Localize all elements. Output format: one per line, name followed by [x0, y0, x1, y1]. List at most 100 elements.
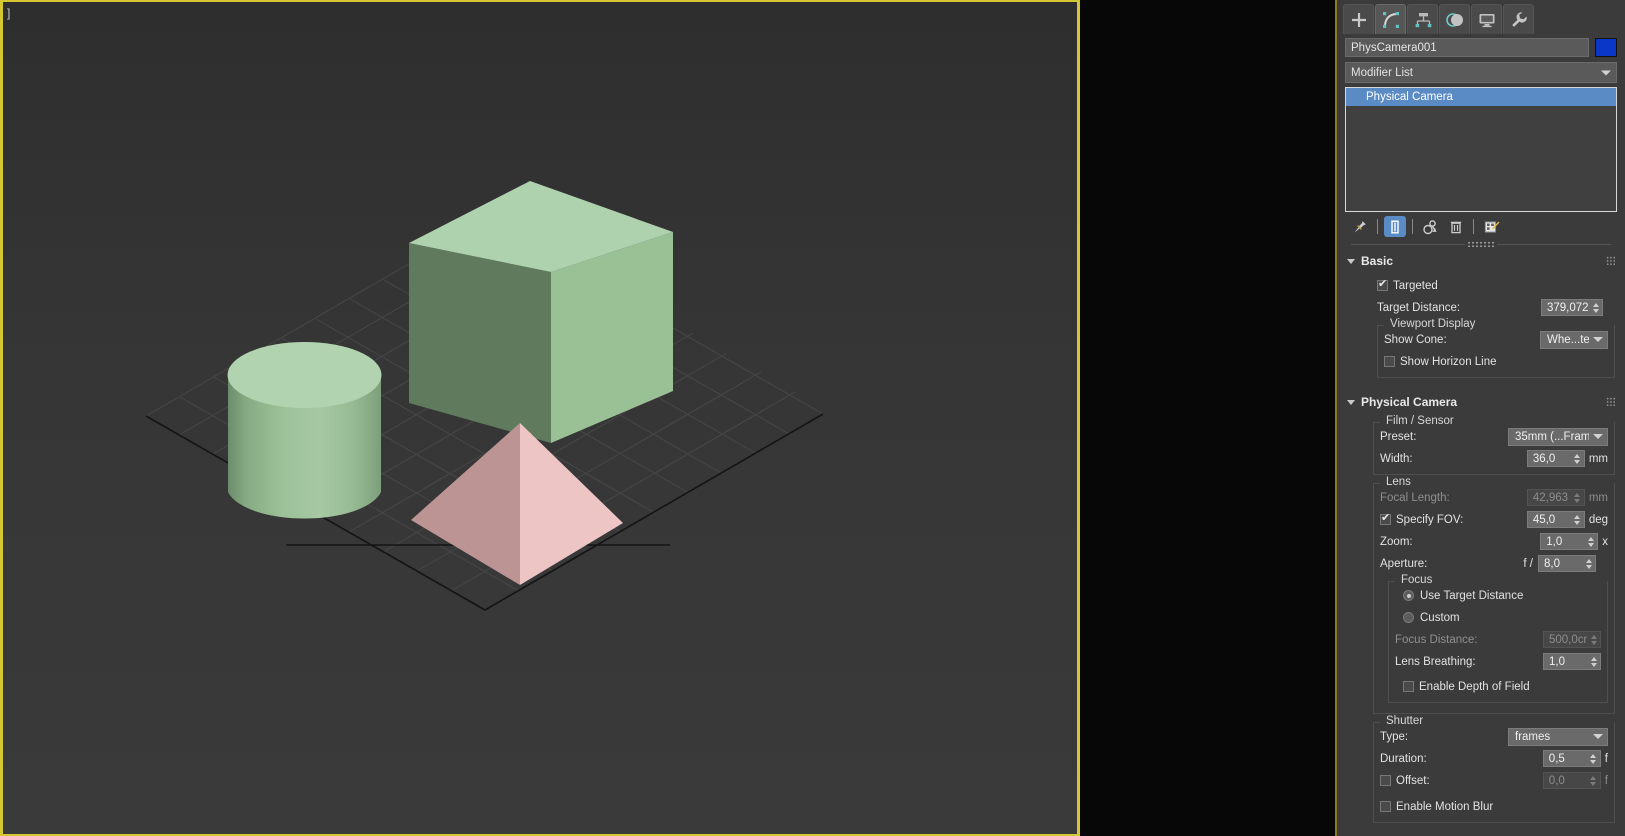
targeted-row: Targeted	[1347, 276, 1615, 295]
modifier-list-dropdown[interactable]: Modifier List	[1345, 62, 1617, 83]
offset-row: Offset: 0,0 f	[1380, 771, 1608, 790]
preset-value: 35mm (...Frame)	[1515, 430, 1589, 443]
target-distance-row: Target Distance: 379,072	[1347, 298, 1615, 317]
make-unique-icon	[1422, 219, 1437, 234]
cylinder-object	[227, 342, 382, 519]
enable-depth-of-field-checkbox[interactable]	[1403, 681, 1414, 692]
plus-icon	[1351, 12, 1366, 27]
rollout-physical-camera: Physical Camera Film / Sensor Preset: 35…	[1341, 390, 1621, 833]
spinner-icon	[1589, 633, 1598, 647]
tab-modify[interactable]	[1375, 4, 1406, 34]
app-window: ] PhysCamera001 Modifier List Physical C…	[0, 0, 1625, 836]
show-cone-row: Show Cone: Whe...ted	[1384, 330, 1608, 349]
offset-field: 0,0	[1542, 772, 1601, 789]
viewport-label[interactable]: ]	[7, 6, 10, 20]
focus-distance-label: Focus Distance:	[1395, 633, 1478, 646]
lens-breathing-field[interactable]: 1,0	[1543, 653, 1601, 670]
aperture-row: Aperture: f / 8,0	[1380, 554, 1608, 573]
spinner-icon	[1589, 774, 1598, 788]
tab-hierarchy[interactable]	[1407, 4, 1438, 34]
lens-breathing-value: 1,0	[1549, 655, 1565, 668]
box-object	[409, 181, 673, 443]
command-panel-body: Modifier List Physical Camera	[1337, 34, 1625, 836]
film-sensor-label: Film / Sensor	[1382, 415, 1458, 427]
object-color-swatch[interactable]	[1595, 38, 1617, 57]
use-target-distance-radio[interactable]	[1403, 590, 1414, 601]
perspective-viewport[interactable]: ]	[0, 0, 1080, 836]
width-label: Width:	[1380, 452, 1413, 465]
aperture-label: Aperture:	[1380, 557, 1428, 570]
rollout-basic-header[interactable]: Basic	[1341, 249, 1621, 273]
use-target-distance-label: Use Target Distance	[1420, 589, 1524, 602]
targeted-checkbox[interactable]	[1377, 278, 1388, 291]
shutter-group: Shutter Type: frames Duration: 0,5 f Off…	[1373, 715, 1615, 823]
spinner-icon[interactable]	[1591, 301, 1600, 315]
hierarchy-icon	[1415, 12, 1431, 27]
specify-fov-checkbox[interactable]	[1380, 512, 1391, 525]
configure-modifier-sets-button[interactable]	[1480, 216, 1502, 237]
show-cone-dropdown[interactable]: Whe...ted	[1540, 330, 1608, 349]
rollout-basic: Basic Targeted Target Distance: 379,072	[1341, 249, 1621, 388]
spinner-icon[interactable]	[1586, 535, 1595, 549]
trash-icon	[1450, 221, 1462, 233]
pyramid-object	[411, 423, 623, 585]
rollout-drag-handle[interactable]	[1337, 240, 1625, 249]
custom-focus-row: Custom	[1395, 608, 1601, 627]
enable-motion-blur-checkbox[interactable]	[1380, 801, 1391, 812]
enable-motion-blur-label: Enable Motion Blur	[1396, 800, 1494, 813]
pin-stack-button[interactable]	[1349, 216, 1371, 237]
offset-label: Offset:	[1396, 774, 1430, 787]
spinner-icon	[1573, 491, 1582, 505]
chevron-down-icon	[1593, 337, 1603, 342]
viewport-canvas[interactable]: ]	[3, 2, 1077, 834]
zoom-label: Zoom:	[1380, 535, 1413, 548]
lens-group: Lens Focal Length: 42,963 mm ✔ Specify F…	[1373, 476, 1615, 714]
make-unique-button[interactable]	[1419, 216, 1441, 237]
spinner-icon[interactable]	[1573, 452, 1582, 466]
zoom-row: Zoom: 1,0 x	[1380, 532, 1608, 551]
lens-label: Lens	[1382, 476, 1415, 488]
fov-field[interactable]: 45,0	[1526, 511, 1585, 528]
zoom-field[interactable]: 1,0	[1540, 533, 1599, 550]
zoom-unit: x	[1602, 535, 1608, 548]
fov-value: 45,0	[1532, 513, 1556, 526]
show-end-result-button[interactable]	[1384, 216, 1406, 237]
duration-field[interactable]: 0,5	[1542, 750, 1601, 767]
tab-utilities[interactable]	[1503, 4, 1534, 34]
tab-motion[interactable]	[1439, 4, 1470, 34]
chevron-down-icon	[1347, 258, 1355, 264]
modifier-stack[interactable]: Physical Camera	[1345, 87, 1617, 212]
spinner-icon[interactable]	[1589, 655, 1598, 669]
modifier-stack-item[interactable]: Physical Camera	[1346, 88, 1616, 106]
object-name-input[interactable]	[1345, 38, 1589, 57]
shutter-type-dropdown[interactable]: frames	[1508, 727, 1608, 746]
tab-display[interactable]	[1471, 4, 1502, 34]
preset-dropdown[interactable]: 35mm (...Frame)	[1508, 427, 1608, 446]
rollout-physical-camera-header[interactable]: Physical Camera	[1341, 390, 1621, 414]
offset-checkbox[interactable]	[1380, 775, 1391, 786]
spinner-icon[interactable]	[1584, 557, 1593, 571]
aperture-field[interactable]: 8,0	[1538, 555, 1596, 572]
duration-value: 0,5	[1548, 752, 1565, 765]
wrench-icon	[1511, 11, 1527, 27]
duration-label: Duration:	[1380, 752, 1427, 765]
aperture-value: 8,0	[1544, 557, 1560, 570]
width-field[interactable]: 36,0	[1526, 450, 1585, 467]
custom-focus-radio[interactable]	[1403, 612, 1414, 623]
rollout-basic-title: Basic	[1361, 254, 1394, 268]
chevron-down-icon	[1601, 70, 1611, 75]
target-distance-field[interactable]: 379,072	[1541, 299, 1603, 316]
spinner-icon[interactable]	[1589, 752, 1598, 766]
remove-modifier-button[interactable]	[1445, 216, 1467, 237]
focal-length-value: 42,963	[1532, 491, 1569, 504]
pin-icon	[1354, 220, 1366, 233]
modify-icon	[1382, 11, 1399, 28]
offset-value: 0,0	[1548, 774, 1565, 787]
toolbar-separator	[1473, 219, 1474, 234]
spinner-icon[interactable]	[1573, 513, 1582, 527]
show-end-result-icon	[1391, 220, 1399, 234]
object-name-row	[1337, 34, 1625, 60]
show-horizon-checkbox[interactable]	[1384, 356, 1395, 367]
focal-length-label: Focal Length:	[1380, 491, 1450, 504]
tab-create[interactable]	[1343, 4, 1374, 34]
